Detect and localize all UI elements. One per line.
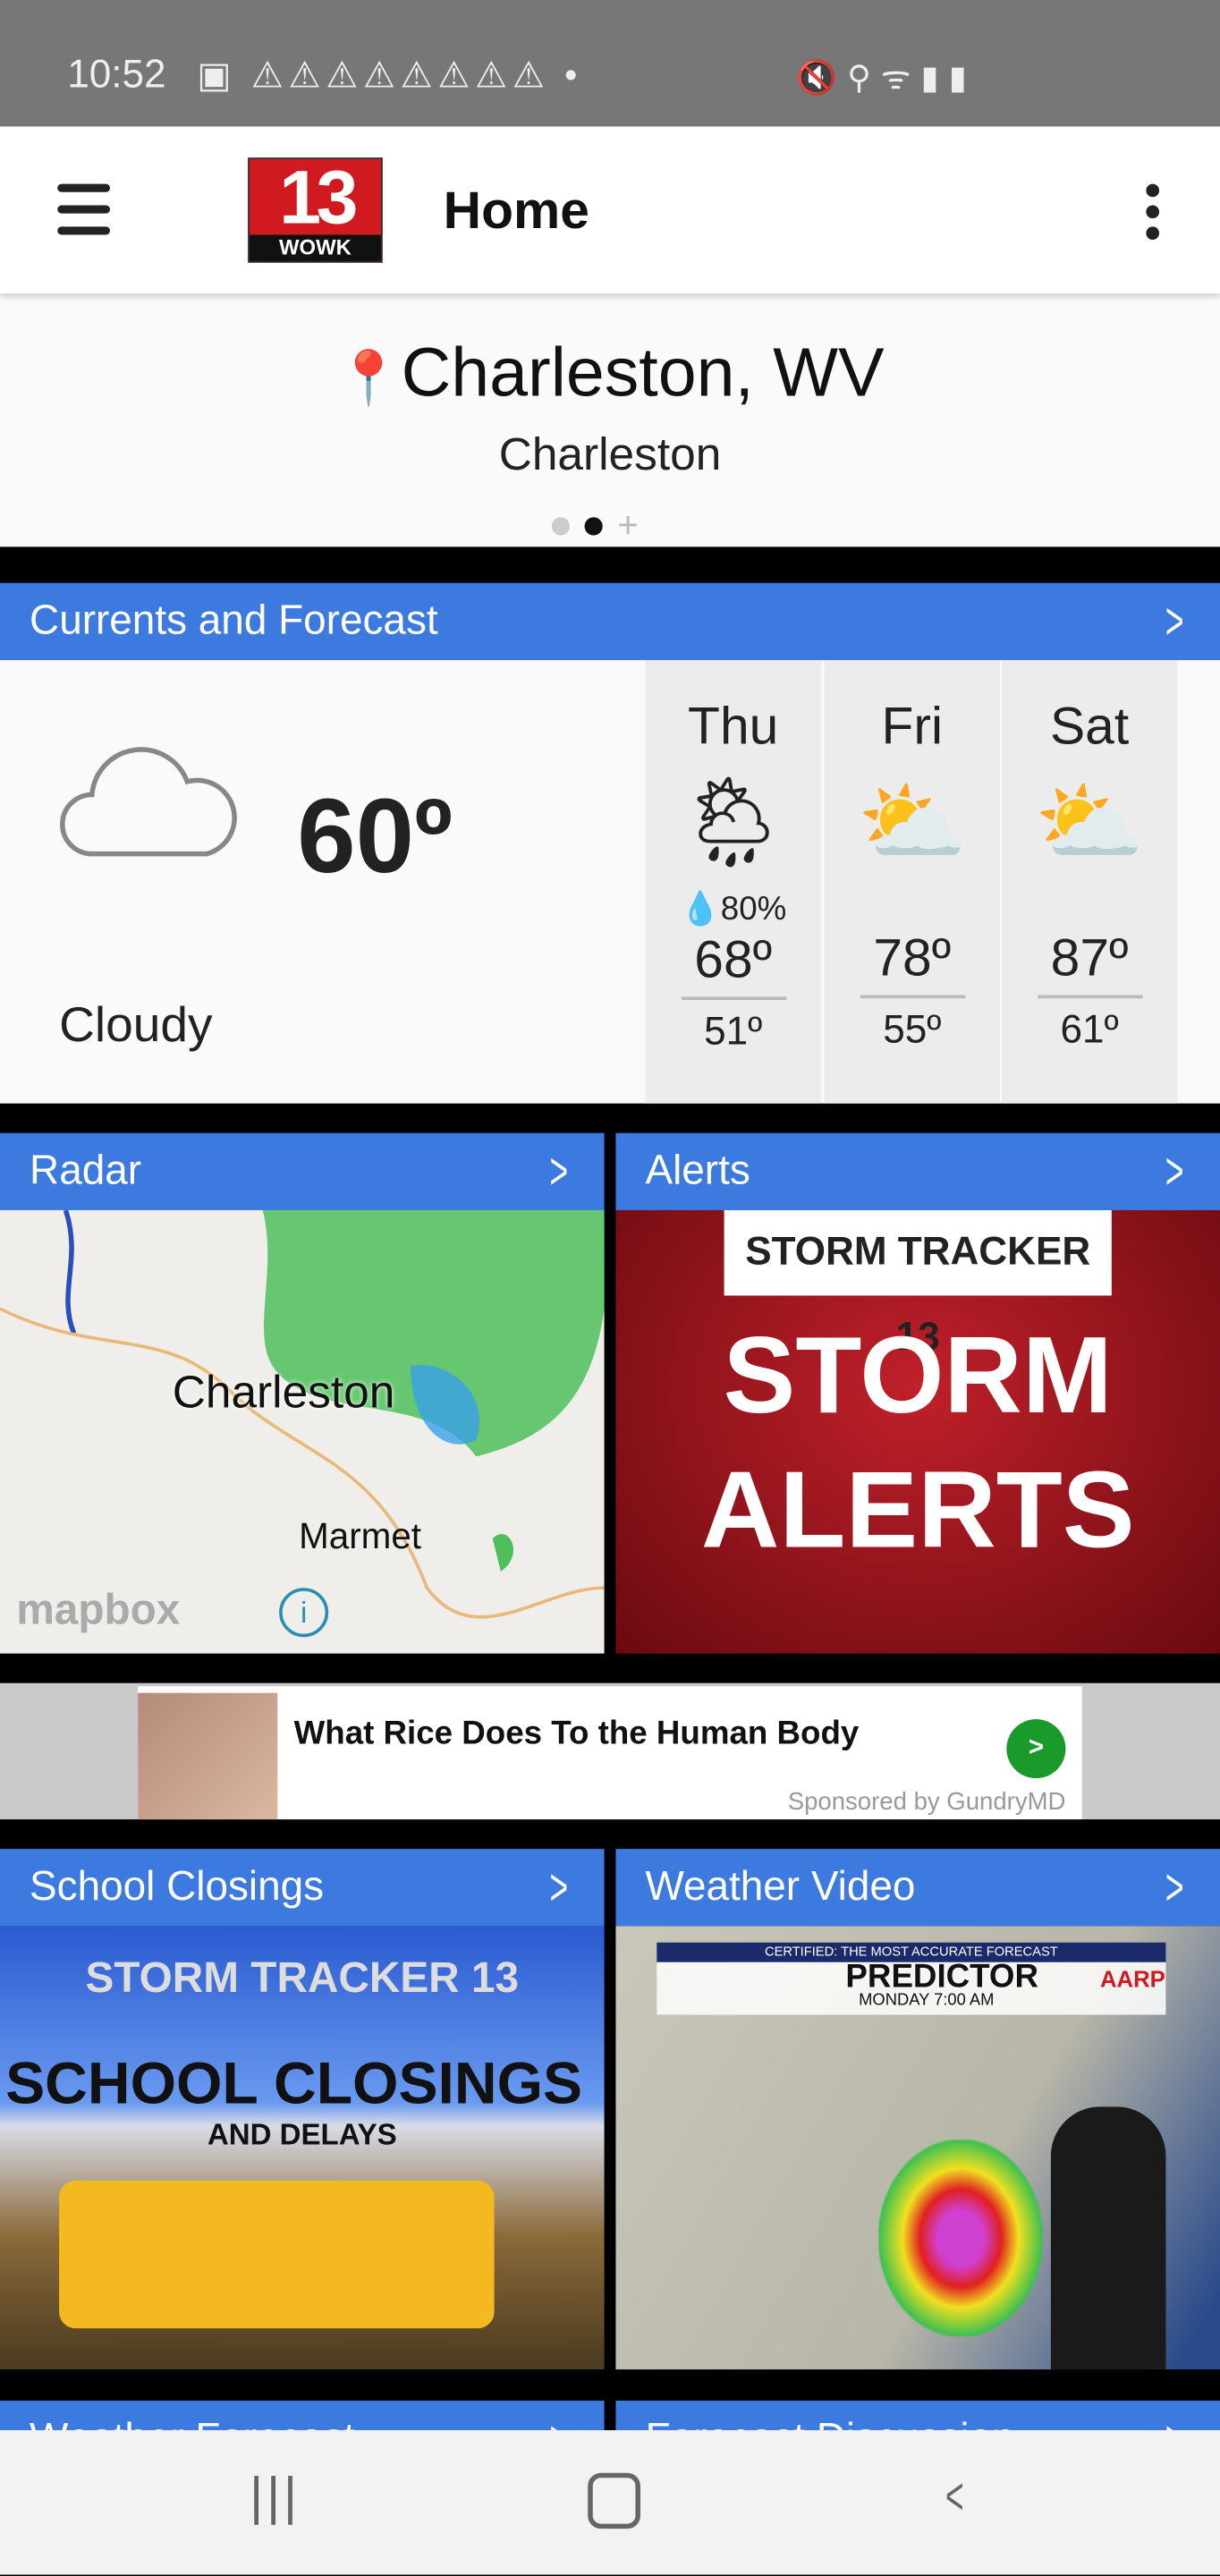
chevron-right-icon: > bbox=[1165, 1857, 1185, 1917]
page-indicator[interactable]: + bbox=[551, 504, 654, 547]
precip-chance: 80% bbox=[720, 891, 787, 928]
location-name: Charleston, WV bbox=[401, 333, 885, 411]
ad-sponsor: Sponsored by GundryMD bbox=[787, 1788, 1066, 1817]
alerts-line1: STORM bbox=[723, 1313, 1113, 1436]
app-bar bbox=[0, 126, 1220, 294]
location-pin-icon: 📍 bbox=[335, 348, 402, 408]
cloud-icon bbox=[60, 747, 237, 857]
radar-label: Radar bbox=[30, 1148, 142, 1194]
school-closings-line1: SCHOOL CLOSINGS bbox=[5, 2049, 583, 2117]
meteorologist bbox=[1050, 2106, 1166, 2370]
partly-sunny-rain-icon: 🌦 bbox=[676, 773, 790, 872]
map-label: Charleston bbox=[172, 1366, 395, 1418]
ad-image bbox=[138, 1692, 278, 1820]
high-temp: 78º bbox=[873, 928, 952, 987]
video-time: MONDAY 7:00 AM bbox=[859, 1991, 995, 2011]
alerts-label: Alerts bbox=[645, 1148, 750, 1194]
status-bar: 10:52 ▣ ⚠⚠⚠⚠⚠⚠⚠⚠ • 🔇⚲ᯤ▮▮ bbox=[0, 0, 1220, 127]
school-closings-image[interactable]: STORM TRACKER 13 SCHOOL CLOSINGS AND DEL… bbox=[0, 1926, 605, 2370]
radar-map[interactable]: Charleston Marmet mapbox i bbox=[0, 1209, 605, 1654]
wowk-logo: 13 WOWK bbox=[248, 155, 383, 263]
school-closings-label: School Closings bbox=[30, 1863, 325, 1911]
ad-arrow-icon[interactable]: > bbox=[1006, 1719, 1066, 1779]
chevron-right-icon: > bbox=[1165, 1140, 1185, 1200]
add-location-icon[interactable]: + bbox=[617, 504, 639, 547]
weather-video-thumbnail[interactable]: CERTIFIED: THE MOST ACCURATE FORECAST PR… bbox=[615, 1926, 1220, 2370]
high-temp: 87º bbox=[1050, 928, 1129, 987]
page-dot[interactable] bbox=[551, 516, 571, 535]
page-dot-active[interactable] bbox=[584, 516, 603, 535]
school-bus-graphic bbox=[59, 2180, 495, 2329]
radar-header[interactable]: Radar > bbox=[0, 1132, 605, 1210]
storm-tracker-logo: STORM TRACKER 13 bbox=[85, 1952, 519, 2002]
notification-icons: ▣ ⚠⚠⚠⚠⚠⚠⚠⚠ • bbox=[197, 54, 582, 96]
current-temp: 60º bbox=[297, 776, 453, 895]
day-name: Fri bbox=[881, 696, 944, 756]
alerts-line2: ALERTS bbox=[700, 1448, 1135, 1571]
day-name: Thu bbox=[688, 696, 779, 756]
chevron-right-icon: > bbox=[1165, 590, 1185, 650]
radar-blob bbox=[878, 2140, 1043, 2337]
back-icon[interactable]: < bbox=[945, 2466, 964, 2527]
forecast-day-fri[interactable]: Fri ⛅ 78º 55º bbox=[824, 659, 1001, 1104]
raindrop-icon: 💧 bbox=[680, 891, 721, 928]
alerts-image[interactable]: STORM TRACKER 13 STORM ALERTS bbox=[615, 1209, 1220, 1654]
alerts-header[interactable]: Alerts > bbox=[615, 1132, 1220, 1210]
location-subtitle: Charleston bbox=[498, 428, 722, 480]
partly-sunny-icon: ⛅ bbox=[857, 773, 968, 872]
recent-apps-icon[interactable]: ||| bbox=[250, 2466, 301, 2527]
low-temp: 61º bbox=[1037, 995, 1142, 1054]
partly-sunny-icon: ⛅ bbox=[1034, 773, 1145, 872]
storm-tracker-logo: STORM TRACKER 13 bbox=[724, 1209, 1112, 1360]
info-icon[interactable]: i bbox=[279, 1588, 329, 1638]
weather-video-header[interactable]: Weather Video > bbox=[615, 1849, 1220, 1927]
app-screen: 10:52 ▣ ⚠⚠⚠⚠⚠⚠⚠⚠ • 🔇⚲ᯤ▮▮ 13 WOWK Home 📍Ch… bbox=[0, 0, 1220, 2575]
mapbox-attribution[interactable]: mapbox bbox=[16, 1585, 180, 1636]
forecast-day-sat[interactable]: Sat ⛅ 87º 61º bbox=[1001, 659, 1178, 1104]
chevron-right-icon: > bbox=[550, 1857, 569, 1917]
more-options-icon[interactable] bbox=[1146, 183, 1160, 249]
location-selector[interactable]: 📍Charleston, WV Charleston + bbox=[0, 293, 1220, 547]
currents-header[interactable]: Currents and Forecast > bbox=[0, 582, 1220, 660]
map-label: Marmet bbox=[299, 1515, 421, 1557]
system-icons: 🔇⚲ᯤ▮▮ bbox=[796, 60, 977, 97]
weather-video-label: Weather Video bbox=[645, 1863, 916, 1911]
day-name: Sat bbox=[1049, 696, 1130, 756]
forecast-day-thu[interactable]: Thu 🌦 💧80% 68º 51º bbox=[645, 659, 821, 1104]
chevron-right-icon: > bbox=[550, 1140, 569, 1200]
page-title: Home bbox=[443, 180, 589, 241]
status-time: 10:52 bbox=[67, 52, 166, 97]
high-temp: 68º bbox=[694, 929, 773, 989]
menu-icon[interactable] bbox=[57, 183, 110, 249]
school-closings-line2: AND DELAYS bbox=[207, 2118, 397, 2151]
school-closings-header[interactable]: School Closings > bbox=[0, 1849, 605, 1927]
ad-banner[interactable]: What Rice Does To the Human Body Sponsor… bbox=[0, 1682, 1220, 1820]
system-nav-bar: ||| < bbox=[0, 2429, 1220, 2575]
low-temp: 55º bbox=[860, 995, 965, 1054]
aarp-logo: AARP bbox=[1099, 1965, 1165, 1992]
currents-header-label: Currents and Forecast bbox=[30, 597, 438, 644]
ad-headline[interactable]: What Rice Does To the Human Body bbox=[294, 1716, 860, 1753]
home-icon[interactable] bbox=[588, 2472, 640, 2529]
current-condition: Cloudy bbox=[59, 998, 213, 1053]
low-temp: 51º bbox=[680, 996, 786, 1055]
